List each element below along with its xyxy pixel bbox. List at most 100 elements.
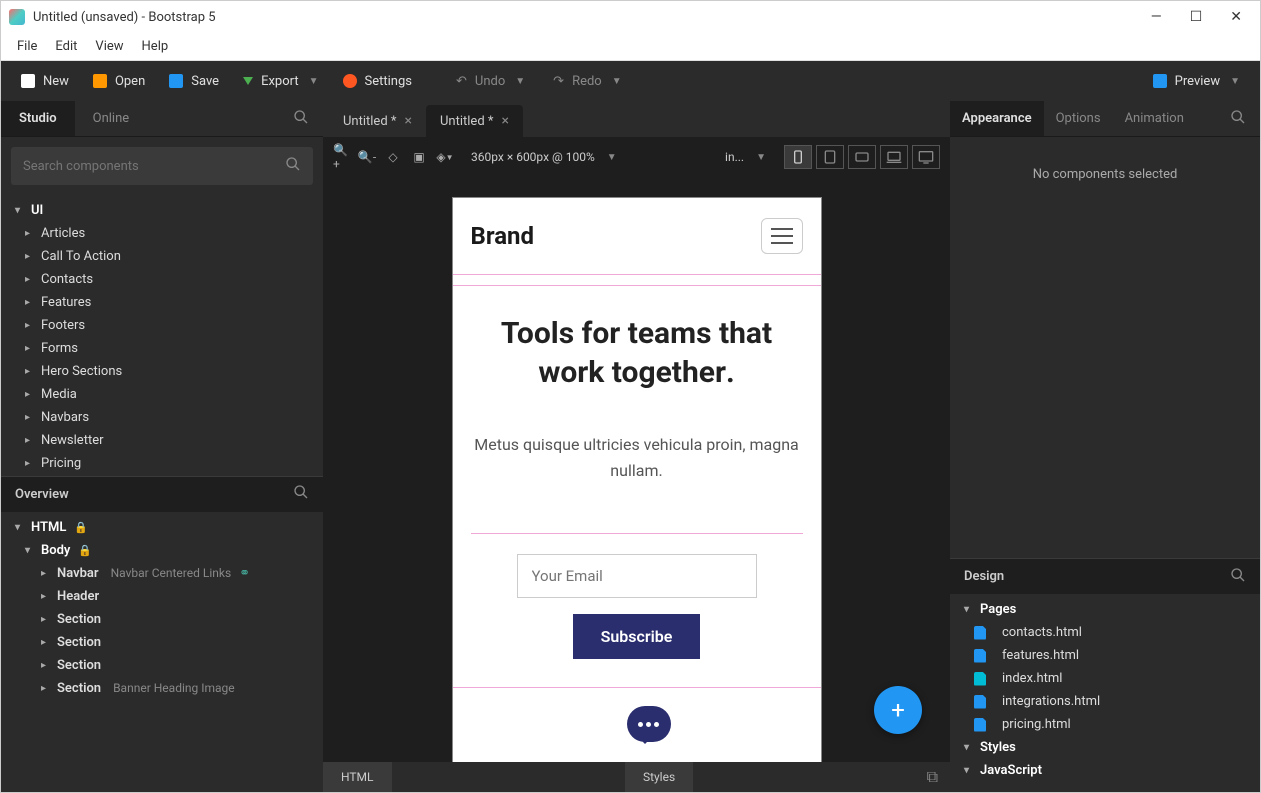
overview-item[interactable]: ▸Section — [1, 608, 323, 631]
zoom-out-icon[interactable]: 🔍- — [359, 149, 375, 165]
search-icon[interactable] — [293, 109, 309, 129]
minimize-button[interactable]: — — [1151, 9, 1162, 25]
device-phone-icon[interactable] — [784, 145, 812, 169]
preview-button[interactable]: Preview▼ — [1143, 68, 1250, 95]
search-icon[interactable] — [1230, 109, 1246, 129]
device-desktop-icon[interactable] — [912, 145, 940, 169]
gear-icon — [343, 74, 357, 88]
overview-item[interactable]: ▸Section — [1, 654, 323, 677]
subscribe-form: Subscribe — [471, 533, 803, 659]
zoom-in-icon[interactable]: 🔍+ — [333, 149, 349, 165]
subscribe-button[interactable]: Subscribe — [573, 614, 701, 659]
export-button[interactable]: Export▼ — [233, 68, 328, 95]
search-icon[interactable] — [293, 484, 309, 504]
email-input[interactable] — [517, 554, 757, 598]
overview-header: Overview — [1, 476, 323, 512]
bottom-tabs: HTML Styles ⧉ — [323, 762, 950, 792]
hamburger-button[interactable] — [761, 218, 803, 254]
file-item[interactable]: features.html — [950, 644, 1260, 667]
settings-button[interactable]: Settings — [333, 68, 422, 95]
chat-icon[interactable] — [627, 706, 671, 742]
window-controls: — ☐ ✕ — [1151, 9, 1242, 25]
search-icon[interactable] — [1230, 567, 1246, 587]
js-folder[interactable]: ▾JavaScript — [950, 759, 1260, 782]
file-item[interactable]: integrations.html — [950, 690, 1260, 713]
search-input[interactable] — [23, 159, 285, 174]
new-button[interactable]: New — [11, 68, 79, 95]
pages-folder[interactable]: ▾Pages — [950, 598, 1260, 621]
menu-edit[interactable]: Edit — [55, 39, 77, 54]
device-frame: Brand Tools for teams that work together… — [452, 197, 822, 762]
overview-item[interactable]: ▸Header — [1, 585, 323, 608]
tree-heading-ui[interactable]: ▾UI — [1, 199, 323, 222]
menu-help[interactable]: Help — [142, 39, 169, 54]
tree-item[interactable]: ▸Footers — [1, 314, 323, 337]
overview-body[interactable]: ▾Body 🔒 — [1, 539, 323, 562]
canvas[interactable]: Brand Tools for teams that work together… — [323, 177, 950, 762]
redo-button[interactable]: ↷Redo▼ — [543, 68, 631, 95]
maximize-button[interactable]: ☐ — [1190, 9, 1203, 25]
device-tablet-icon[interactable] — [816, 145, 844, 169]
overview-html[interactable]: ▾HTML 🔒 — [1, 516, 323, 539]
tab-studio[interactable]: Studio — [1, 101, 75, 136]
tree-item[interactable]: ▸Navbars — [1, 406, 323, 429]
bottom-tab-html[interactable]: HTML — [323, 762, 392, 792]
right-panel: Appearance Options Animation No componen… — [950, 101, 1260, 792]
left-panel: Studio Online ▾UI ▸Articles ▸Call To Act… — [1, 101, 323, 792]
overview-item[interactable]: ▸NavbarNavbar Centered Links ⚭ — [1, 562, 323, 585]
preview-navbar: Brand — [453, 198, 821, 275]
undo-button[interactable]: ↶Undo▼ — [446, 68, 535, 95]
doc-tab[interactable]: Untitled *× — [426, 105, 523, 137]
copy-icon[interactable]: ⧉ — [927, 767, 938, 787]
tree-item[interactable]: ▸Call To Action — [1, 245, 323, 268]
main-toolbar: New Open Save Export▼ Settings ↶Undo▼ ↷R… — [1, 61, 1260, 101]
tab-online[interactable]: Online — [75, 101, 148, 136]
file-item[interactable]: contacts.html — [950, 621, 1260, 644]
crosshair-icon[interactable]: ◇ — [385, 149, 401, 165]
tree-item[interactable]: ▸Forms — [1, 337, 323, 360]
close-icon[interactable]: × — [501, 113, 508, 129]
image-icon[interactable]: ▣ — [411, 149, 427, 165]
design-header: Design — [950, 558, 1260, 594]
styles-folder[interactable]: ▾Styles — [950, 736, 1260, 759]
close-icon[interactable]: × — [405, 113, 412, 129]
device-tablet-land-icon[interactable] — [848, 145, 876, 169]
menu-file[interactable]: File — [17, 39, 37, 54]
tab-animation[interactable]: Animation — [1113, 101, 1196, 136]
tree-item[interactable]: ▸Features — [1, 291, 323, 314]
tree-item[interactable]: ▸Media — [1, 383, 323, 406]
hero-subtitle: Metus quisque ultricies vehicula proin, … — [471, 432, 803, 483]
disk-icon — [169, 74, 183, 88]
tree-item[interactable]: ▸Contacts — [1, 268, 323, 291]
add-fab-button[interactable]: + — [874, 686, 922, 734]
close-button[interactable]: ✕ — [1230, 9, 1242, 25]
file-icon — [974, 672, 986, 686]
tab-appearance[interactable]: Appearance — [950, 101, 1044, 136]
file-item[interactable]: pricing.html — [950, 713, 1260, 736]
brand-label[interactable]: Brand — [471, 222, 535, 250]
tree-item[interactable]: ▸Newsletter — [1, 429, 323, 452]
component-search[interactable] — [11, 147, 313, 185]
save-button[interactable]: Save — [159, 68, 229, 95]
device-laptop-icon[interactable] — [880, 145, 908, 169]
file-item[interactable]: index.html — [950, 667, 1260, 690]
center-panel: Untitled *× Untitled *× 🔍+ 🔍- ◇ ▣ ◈▼ 360… — [323, 101, 950, 792]
monitor-icon — [1153, 74, 1167, 88]
overview-item[interactable]: ▸SectionBanner Heading Image — [1, 677, 323, 700]
doc-tab[interactable]: Untitled *× — [329, 105, 426, 137]
open-button[interactable]: Open — [83, 68, 155, 95]
bottom-tab-styles[interactable]: Styles — [625, 762, 693, 792]
overview-item[interactable]: ▸Section — [1, 631, 323, 654]
layers-icon[interactable]: ◈▼ — [437, 149, 453, 165]
app-logo-icon — [9, 9, 25, 25]
document-tabs: Untitled *× Untitled *× — [323, 101, 950, 137]
tree-item[interactable]: ▸Articles — [1, 222, 323, 245]
inspect-dropdown[interactable]: in... — [725, 150, 744, 164]
component-tree: ▾UI ▸Articles ▸Call To Action ▸Contacts … — [1, 195, 323, 476]
tab-options[interactable]: Options — [1044, 101, 1113, 136]
tree-item[interactable]: ▸Hero Sections — [1, 360, 323, 383]
menu-view[interactable]: View — [95, 39, 123, 54]
viewport-label[interactable]: 360px × 600px @ 100% — [471, 150, 595, 164]
tree-item[interactable]: ▸Pricing — [1, 452, 323, 475]
hero-title: Tools for teams that work together. — [471, 314, 803, 392]
